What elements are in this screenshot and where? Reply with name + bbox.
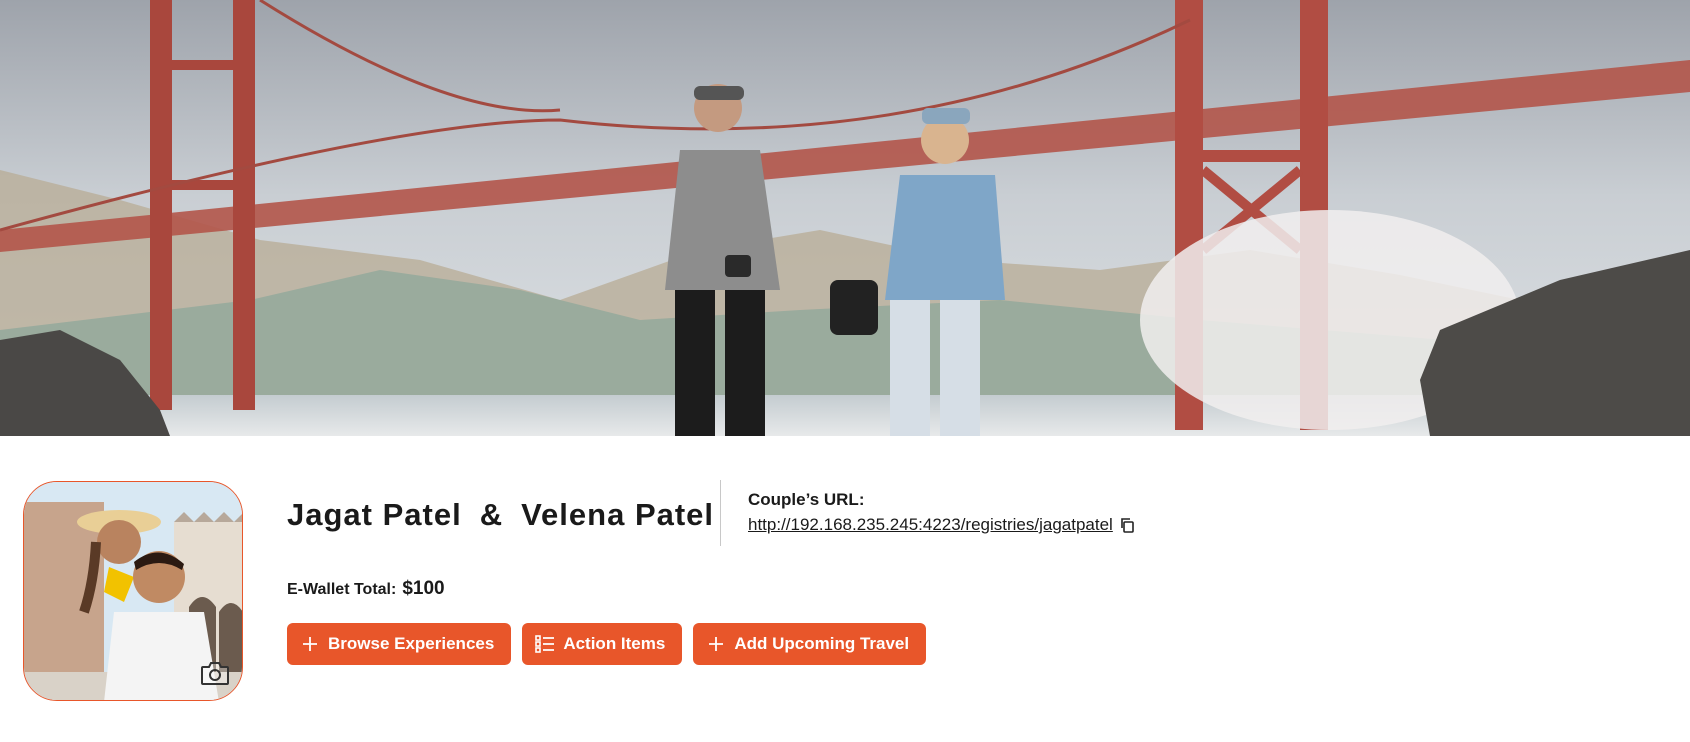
plus-icon: [300, 634, 320, 654]
change-photo-button[interactable]: [198, 658, 232, 688]
cover-banner: [0, 0, 1690, 436]
partner1-name: Jagat Patel: [287, 497, 462, 532]
plus-icon: [706, 634, 726, 654]
profile-photo: [23, 481, 243, 701]
e-wallet-total: E-Wallet Total: $100: [287, 578, 445, 600]
couple-url-label: Couple’s URL:: [748, 490, 865, 509]
camera-icon: [201, 662, 229, 685]
couple-url-link[interactable]: http://192.168.235.245:4223/registries/j…: [748, 515, 1113, 535]
add-upcoming-travel-label: Add Upcoming Travel: [734, 634, 910, 653]
add-upcoming-travel-button[interactable]: Add Upcoming Travel: [693, 623, 927, 665]
names-separator: &: [479, 497, 504, 532]
action-items-button[interactable]: Action Items: [522, 623, 683, 665]
header-divider: [720, 480, 721, 546]
copy-icon[interactable]: [1119, 517, 1135, 533]
action-items-label: Action Items: [563, 634, 666, 653]
action-buttons: Browse Experiences Action Items Add Upco…: [287, 623, 927, 665]
e-wallet-value: $100: [402, 578, 445, 599]
couple-url-row: http://192.168.235.245:4223/registries/j…: [748, 515, 1135, 535]
partner2-name: Velena Patel: [521, 497, 715, 532]
couple-names: Jagat Patel & Velena Patel: [287, 493, 714, 537]
browse-experiences-button[interactable]: Browse Experiences: [287, 623, 512, 665]
browse-experiences-label: Browse Experiences: [328, 634, 495, 653]
checklist-icon: [535, 634, 555, 654]
cover-image: [0, 0, 1690, 436]
e-wallet-label: E-Wallet Total:: [287, 581, 397, 598]
